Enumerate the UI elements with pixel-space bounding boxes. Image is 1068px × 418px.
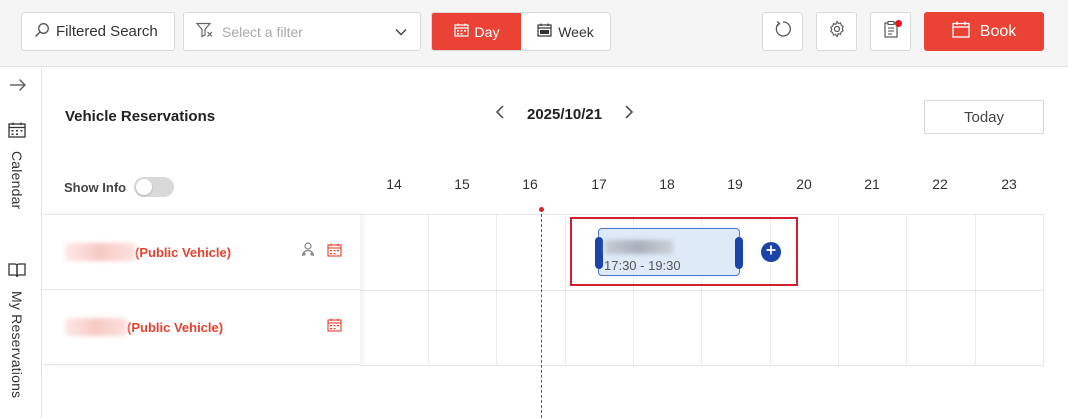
rail-my-reservations[interactable]: My Reservations xyxy=(8,262,26,398)
vehicle-type-label: (Public Vehicle) xyxy=(135,244,232,260)
hour-header: 14 15 16 17 18 19 20 21 22 23 xyxy=(360,176,1044,196)
filter-placeholder: Select a filter xyxy=(222,23,303,40)
vehicle-name: (Public Vehicle) xyxy=(65,318,223,336)
current-time-line xyxy=(541,209,542,418)
hour-label: 17 xyxy=(591,176,607,192)
current-date: 2025/10/21 xyxy=(527,106,603,123)
resize-handle-left[interactable] xyxy=(595,237,603,269)
vehicle-name: (Public Vehicle) xyxy=(65,243,231,261)
hour-label: 23 xyxy=(1001,176,1017,192)
notification-dot xyxy=(895,20,902,27)
rail-my-reservations-label: My Reservations xyxy=(9,291,25,399)
date-navigator: 2025/10/21 xyxy=(495,104,634,125)
redacted-name xyxy=(65,318,127,336)
day-view-button[interactable]: Day xyxy=(432,13,521,50)
expand-arrow-icon[interactable] xyxy=(9,78,27,97)
hour-label: 22 xyxy=(932,176,948,192)
calendar-icon[interactable] xyxy=(327,318,342,337)
vehicle-icons xyxy=(301,242,342,262)
event-time: 17:30 - 19:30 xyxy=(604,258,681,273)
hour-label: 15 xyxy=(454,176,470,192)
toolbar: Filtered Search Select a filter Day Week xyxy=(0,0,1068,67)
reservation-event[interactable]: 17:30 - 19:30 xyxy=(595,228,743,276)
hour-label: 18 xyxy=(659,176,675,192)
person-badge-icon[interactable] xyxy=(301,242,315,262)
chevron-right-icon[interactable] xyxy=(624,104,634,125)
main-panel: Vehicle Reservations 2025/10/21 Today Sh… xyxy=(43,68,1068,418)
vehicle-icons xyxy=(327,318,342,337)
grid-row-line xyxy=(360,290,1044,291)
settings-button[interactable] xyxy=(816,12,857,51)
add-reservation-button[interactable] xyxy=(761,242,781,262)
search-label: Filtered Search xyxy=(56,23,158,40)
plus-icon xyxy=(765,243,777,261)
refresh-button[interactable] xyxy=(762,12,803,51)
day-label: Day xyxy=(474,23,500,40)
hour-label: 16 xyxy=(522,176,538,192)
redacted-name xyxy=(65,243,135,261)
filter-select[interactable]: Select a filter xyxy=(183,12,421,51)
calendar-icon xyxy=(8,122,26,143)
book-calendar-icon xyxy=(952,21,970,43)
rail-calendar[interactable]: Calendar xyxy=(8,122,26,209)
resize-handle-right[interactable] xyxy=(735,237,743,269)
book-button[interactable]: Book xyxy=(924,12,1044,51)
chevron-down-icon xyxy=(394,25,408,42)
filtered-search-button[interactable]: Filtered Search xyxy=(21,12,175,51)
side-rail: Calendar My Reservations xyxy=(0,68,42,418)
filter-icon xyxy=(195,22,214,41)
notifications-button[interactable] xyxy=(870,12,911,51)
vehicle-list: (Public Vehicle) (Public Vehicle) xyxy=(43,214,360,365)
redacted-event-title xyxy=(605,240,673,254)
page-title: Vehicle Reservations xyxy=(65,108,216,125)
chevron-left-icon[interactable] xyxy=(495,104,505,125)
week-label: Week xyxy=(558,23,594,40)
rail-calendar-label: Calendar xyxy=(9,151,25,210)
show-info: Show Info xyxy=(64,177,175,197)
hour-label: 20 xyxy=(796,176,812,192)
vehicle-row[interactable]: (Public Vehicle) xyxy=(43,290,360,365)
calendar-icon xyxy=(453,23,469,40)
hour-label: 14 xyxy=(386,176,402,192)
vehicle-type-label: (Public Vehicle) xyxy=(127,319,224,335)
show-info-label: Show Info xyxy=(64,179,127,195)
book-icon xyxy=(8,262,26,283)
refresh-icon xyxy=(774,20,792,43)
search-icon xyxy=(34,22,56,42)
view-switcher: Day Week xyxy=(431,12,611,51)
today-button[interactable]: Today xyxy=(924,100,1044,134)
show-info-toggle[interactable] xyxy=(134,177,175,197)
gear-icon xyxy=(828,20,846,43)
week-icon xyxy=(537,23,552,40)
calendar-icon[interactable] xyxy=(327,243,342,262)
book-label: Book xyxy=(979,22,1017,40)
vehicle-row[interactable]: (Public Vehicle) xyxy=(43,215,360,290)
grid-row-line xyxy=(360,365,1044,366)
week-view-button[interactable]: Week xyxy=(521,13,610,50)
hour-label: 19 xyxy=(727,176,743,192)
hour-label: 21 xyxy=(864,176,880,192)
